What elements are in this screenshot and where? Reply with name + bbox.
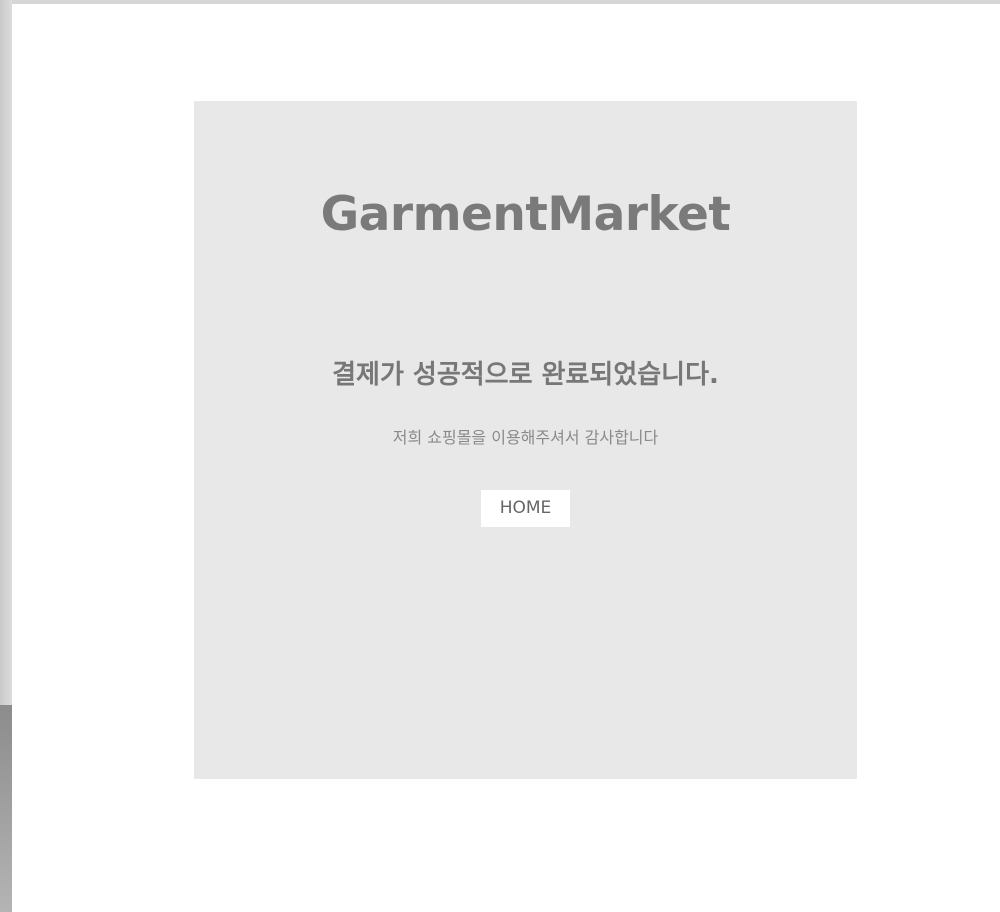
window-left-edge-lower xyxy=(0,705,12,912)
window-left-edge xyxy=(0,0,12,705)
confirmation-card: GarmentMarket 결제가 성공적으로 완료되었습니다. 저희 쇼핑몰을… xyxy=(194,101,857,779)
home-button[interactable]: HOME xyxy=(481,490,570,527)
page-viewport: GarmentMarket 결제가 성공적으로 완료되었습니다. 저희 쇼핑몰을… xyxy=(12,4,1000,912)
brand-logo-text: GarmentMarket xyxy=(320,187,731,242)
thank-you-message: 저희 쇼핑몰을 이용해주셔서 감사합니다 xyxy=(392,428,659,447)
payment-success-title: 결제가 성공적으로 완료되었습니다. xyxy=(332,360,719,390)
